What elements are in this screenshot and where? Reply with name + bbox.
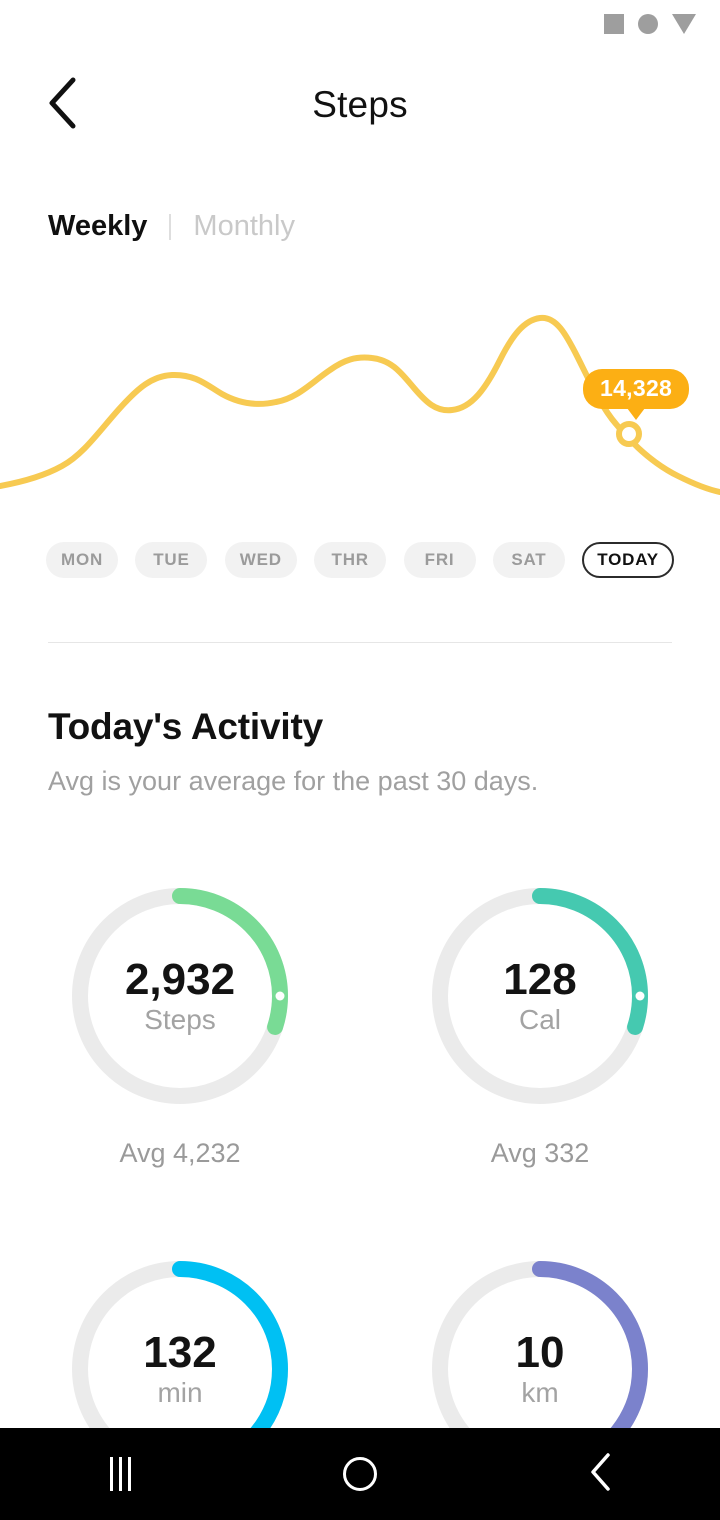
metric-card-steps[interactable]: 2,932 Steps Avg 4,232 [0, 880, 360, 1169]
day-pill-thr[interactable]: THR [314, 542, 387, 578]
metric-value-cal: 128 [503, 954, 577, 1004]
activity-heading: Today's Activity [48, 706, 323, 747]
tab-divider [169, 213, 172, 240]
metric-card-cal[interactable]: 128 Cal Avg 332 [360, 880, 720, 1169]
metric-unit-min: min [157, 1376, 203, 1408]
day-pill-today[interactable]: TODAY [582, 542, 674, 578]
day-pill-tue[interactable]: TUE [135, 542, 208, 578]
page-title: Steps [312, 84, 408, 125]
square-icon [604, 14, 624, 34]
progress-ring-steps: 2,932 Steps [64, 880, 296, 1112]
metric-value-km: 10 [515, 1327, 565, 1377]
home-icon [343, 1457, 377, 1491]
tab-monthly[interactable]: Monthly [193, 210, 295, 243]
day-selector: MON TUE WED THR FRI SAT TODAY [46, 542, 674, 578]
tab-weekly[interactable]: Weekly [48, 210, 147, 243]
status-bar [0, 0, 720, 48]
metric-unit-km: km [521, 1376, 559, 1408]
circle-icon [638, 14, 658, 34]
metric-unit-steps: Steps [144, 1003, 216, 1035]
recents-icon [109, 1457, 131, 1491]
app-bar: Steps [0, 60, 720, 150]
metric-value-min: 132 [143, 1327, 217, 1377]
back-icon [587, 1452, 613, 1497]
triangle-down-icon [672, 14, 696, 34]
day-pill-sat[interactable]: SAT [492, 542, 565, 578]
nav-home-button[interactable] [300, 1428, 420, 1520]
day-pill-fri[interactable]: FRI [403, 542, 476, 578]
section-divider [48, 642, 672, 643]
period-tabs: Weekly Monthly [48, 210, 295, 243]
android-nav-bar [0, 1428, 720, 1520]
metric-unit-cal: Cal [518, 1003, 561, 1035]
ring-row-spacer [0, 1169, 720, 1253]
progress-ring-cal: 128 Cal [424, 880, 656, 1112]
activity-ring-row-1: 2,932 Steps Avg 4,232 128 Cal Avg 332 [0, 880, 720, 1169]
metric-average-steps: Avg 4,232 [119, 1138, 241, 1168]
nav-recents-button[interactable] [60, 1428, 180, 1520]
chart-tooltip: 14,328 [583, 369, 690, 420]
metric-value-steps: 2,932 [124, 954, 236, 1004]
metric-average-cal: Avg 332 [490, 1138, 590, 1168]
activity-subheading: Avg is your average for the past 30 days… [48, 766, 539, 796]
day-pill-mon[interactable]: MON [46, 542, 119, 578]
chart-highlight-marker [616, 421, 642, 447]
activity-ring-grid: 2,932 Steps Avg 4,232 128 Cal Avg 332 13… [0, 880, 720, 1511]
nav-back-button[interactable] [540, 1428, 660, 1520]
day-pill-wed[interactable]: WED [224, 542, 297, 578]
